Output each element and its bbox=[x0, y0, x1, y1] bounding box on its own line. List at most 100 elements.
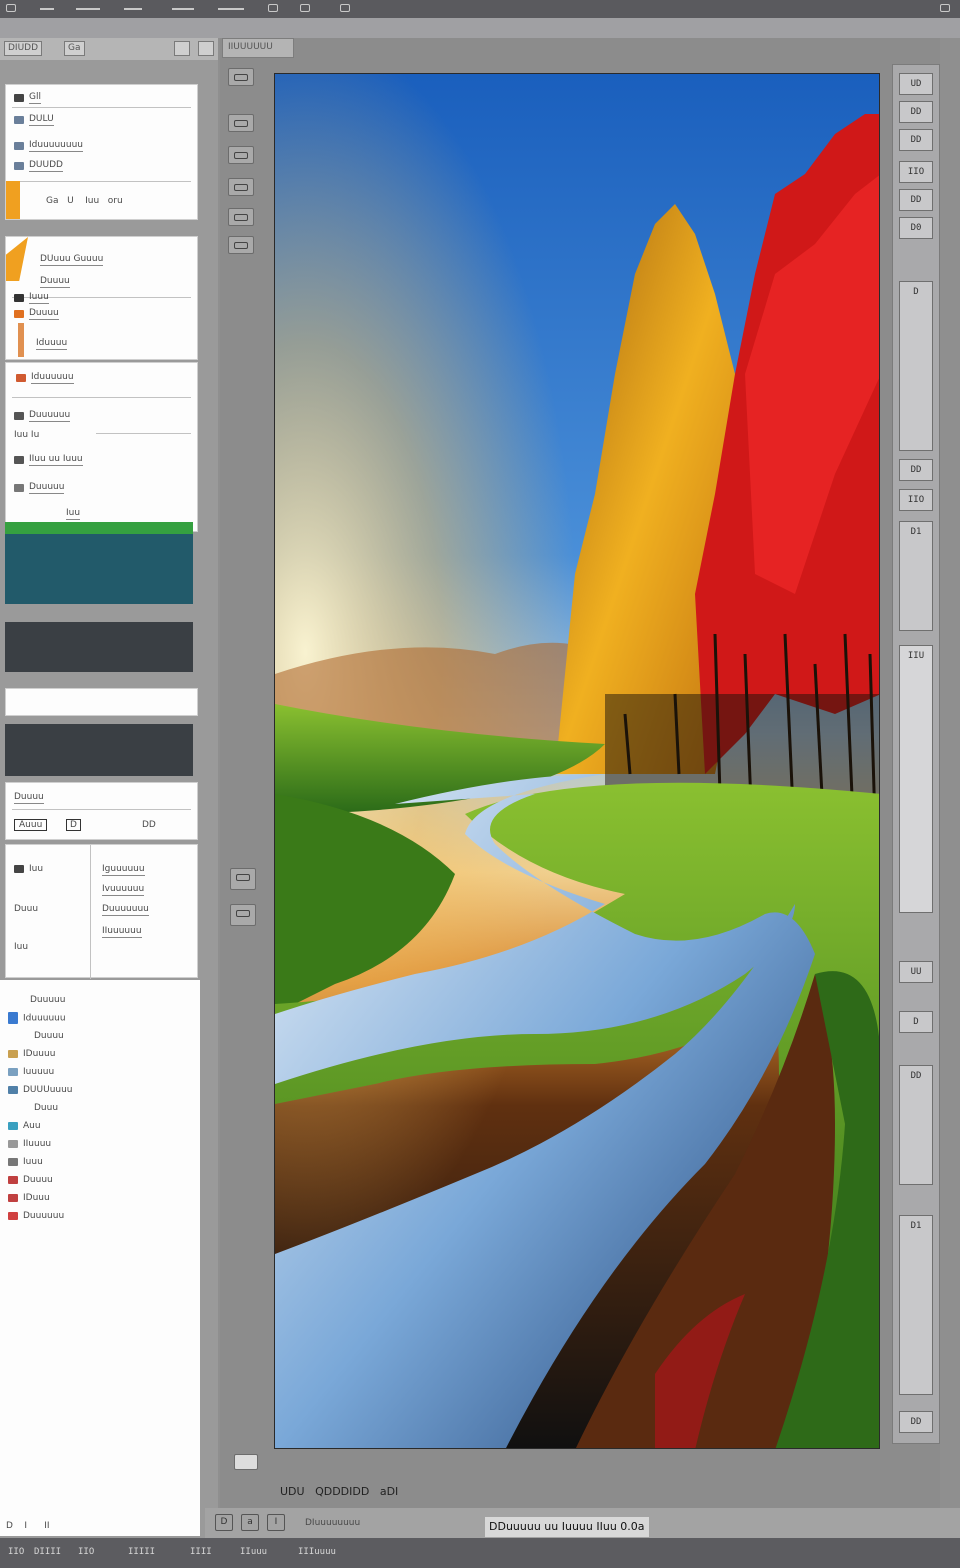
swatch-header bbox=[5, 688, 198, 716]
window-icon[interactable] bbox=[340, 4, 350, 12]
layer-row[interactable]: IIuuuu bbox=[8, 1138, 51, 1150]
footer-row[interactable]: Ga U Iuu oru bbox=[46, 195, 123, 207]
dock-button[interactable]: UD bbox=[899, 73, 933, 95]
layer-row[interactable]: Iduuuuuu bbox=[8, 1012, 66, 1024]
hand-icon[interactable] bbox=[228, 146, 254, 164]
dock-button[interactable]: D0 bbox=[899, 217, 933, 239]
swatch-green-strip[interactable] bbox=[5, 522, 193, 534]
taskbar-item[interactable]: IIIuuuu bbox=[298, 1547, 336, 1557]
panel-menu-icon[interactable] bbox=[174, 41, 190, 56]
swatch-dark-2[interactable] bbox=[5, 724, 193, 776]
menu-item[interactable] bbox=[76, 8, 100, 10]
menu-item[interactable] bbox=[124, 8, 142, 10]
list-item[interactable]: Iuuu bbox=[14, 291, 49, 304]
panel-collapse-icon[interactable] bbox=[198, 41, 214, 56]
taskbar-item[interactable]: IIO bbox=[78, 1547, 94, 1557]
lock-icon bbox=[14, 293, 24, 302]
list-item[interactable]: DULU bbox=[14, 113, 54, 126]
list-item[interactable]: Iduuuuuuuu bbox=[14, 139, 83, 152]
list-item[interactable]: Iduuuuuu bbox=[16, 371, 74, 384]
image-icon bbox=[8, 1049, 18, 1058]
dock-button[interactable]: DD bbox=[899, 1065, 933, 1185]
image-canvas[interactable] bbox=[274, 73, 880, 1449]
swatch-teal[interactable] bbox=[5, 534, 193, 604]
zoom-icon[interactable]: a bbox=[241, 1514, 259, 1531]
dock-button[interactable]: DD bbox=[899, 1411, 933, 1433]
status-text-left: DIuuuuuuuu bbox=[305, 1518, 361, 1528]
menu-item[interactable] bbox=[218, 8, 244, 10]
dock-button[interactable]: DD bbox=[899, 129, 933, 151]
layers-footer[interactable]: D I II bbox=[6, 1520, 50, 1532]
canvas-bottom-row[interactable]: UDU QDDDIDD aDI bbox=[280, 1486, 398, 1498]
dock-scroll[interactable]: IIU bbox=[899, 645, 933, 913]
layer-row[interactable]: Duuu bbox=[34, 1102, 58, 1114]
list-item[interactable]: IIuu uu Iuuu bbox=[14, 453, 83, 466]
window-close-icon[interactable] bbox=[940, 4, 950, 12]
dock-slider[interactable]: D bbox=[899, 281, 933, 451]
marker-icon bbox=[18, 323, 24, 357]
layer-row[interactable]: IDuuuu bbox=[8, 1048, 55, 1060]
document-tab[interactable]: IIUUUUUU bbox=[222, 38, 294, 58]
layers-icon bbox=[14, 115, 24, 124]
brush-icon[interactable] bbox=[230, 868, 256, 890]
zoom-icon[interactable] bbox=[228, 114, 254, 132]
channel-item[interactable]: Iuu bbox=[14, 863, 43, 875]
history-card: Iduuuuuu Duuuuuu Iuu Iu IIuu uu Iuuu Duu… bbox=[5, 362, 198, 532]
dock-button[interactable]: D1 bbox=[899, 1215, 933, 1395]
layer-row[interactable]: IDuuu bbox=[8, 1192, 50, 1204]
options-card: Duuuu Auuu D DD bbox=[5, 782, 198, 840]
dock-button[interactable]: D1 bbox=[899, 521, 933, 631]
taskbar-item[interactable]: DIIII bbox=[34, 1547, 61, 1557]
taskbar-item[interactable]: IIO bbox=[8, 1547, 24, 1557]
window-icon[interactable] bbox=[300, 4, 310, 12]
menu-item[interactable] bbox=[40, 8, 54, 10]
dock-button[interactable]: D bbox=[899, 1011, 933, 1033]
dock-button[interactable]: DD bbox=[899, 189, 933, 211]
window-icon[interactable] bbox=[268, 4, 278, 12]
layer-row[interactable]: DUUUuuuu bbox=[8, 1084, 73, 1096]
hand-icon[interactable]: I bbox=[267, 1514, 285, 1531]
lasso-icon[interactable] bbox=[228, 208, 254, 226]
menu-item[interactable] bbox=[172, 8, 194, 10]
channel-item[interactable]: Duuu bbox=[14, 903, 38, 915]
list-item[interactable]: Iuu bbox=[66, 507, 81, 520]
toggle[interactable]: DD bbox=[142, 819, 156, 831]
text-icon[interactable] bbox=[228, 236, 254, 254]
view-toggle[interactable] bbox=[234, 1454, 258, 1470]
layer-row[interactable]: Duuuu bbox=[8, 1174, 53, 1186]
marquee-icon[interactable] bbox=[228, 178, 254, 196]
dock-button[interactable]: UU bbox=[899, 961, 933, 983]
panel-tab[interactable]: DIUDD bbox=[4, 41, 43, 56]
tool-button[interactable] bbox=[228, 68, 254, 86]
dock-button[interactable]: IIO bbox=[899, 489, 933, 511]
toggle[interactable]: D bbox=[66, 819, 81, 831]
list-item[interactable]: Duuuu bbox=[14, 307, 59, 320]
toggle[interactable]: Auuu bbox=[14, 819, 48, 831]
taskbar-item[interactable]: IIIII bbox=[128, 1547, 155, 1557]
list-item[interactable]: Duuuuu bbox=[14, 481, 65, 494]
dock-button[interactable]: IIO bbox=[899, 161, 933, 183]
dock-button[interactable]: DD bbox=[899, 459, 933, 481]
layer-row[interactable]: Auu bbox=[8, 1120, 41, 1132]
menu-bar bbox=[0, 0, 960, 18]
layer-row[interactable]: Iuuuuu bbox=[8, 1066, 54, 1078]
list-item[interactable]: DUuuu Guuuu bbox=[40, 253, 104, 266]
layer-row[interactable]: Duuuuu bbox=[30, 994, 65, 1006]
taskbar-item[interactable]: IIII bbox=[190, 1547, 212, 1557]
swatch-dark[interactable] bbox=[5, 622, 193, 672]
channel-item[interactable]: Iuu bbox=[14, 941, 28, 953]
list-item[interactable]: Duuuu bbox=[40, 275, 70, 288]
list-item[interactable]: DUUDD bbox=[14, 159, 63, 172]
layer-row[interactable]: Iuuu bbox=[8, 1156, 43, 1168]
eraser-icon[interactable] bbox=[230, 904, 256, 926]
layer-row[interactable]: Duuuuuu bbox=[8, 1210, 64, 1222]
list-item[interactable]: Iuu Iu bbox=[14, 429, 39, 441]
list-item[interactable]: Iduuuu bbox=[36, 337, 68, 350]
dock-button[interactable]: DD bbox=[899, 101, 933, 123]
grid-icon[interactable]: D bbox=[215, 1514, 233, 1531]
panel-tab[interactable]: Ga bbox=[64, 41, 85, 56]
taskbar-item[interactable]: IIuuu bbox=[240, 1547, 267, 1557]
app-logo-icon[interactable] bbox=[6, 4, 16, 12]
layer-row[interactable]: Duuuu bbox=[34, 1030, 64, 1042]
list-item[interactable]: Duuuuuu bbox=[14, 409, 71, 422]
